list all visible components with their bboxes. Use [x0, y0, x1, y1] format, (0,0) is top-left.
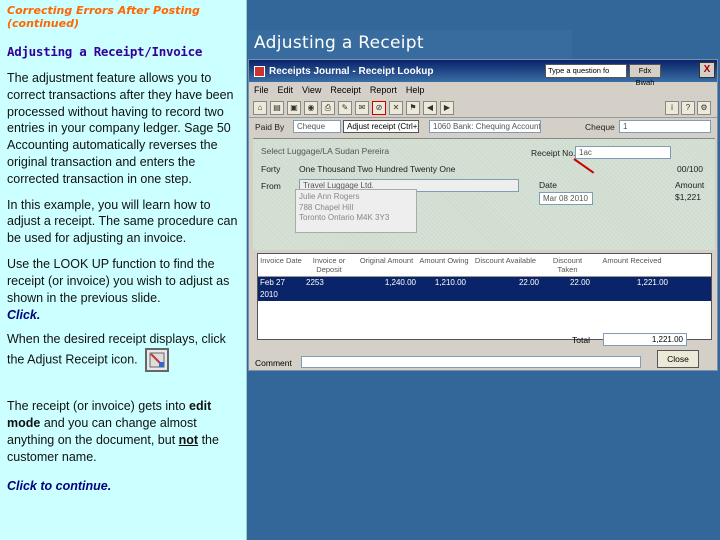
amount-label: Amount [675, 180, 705, 190]
previous-icon[interactable]: ◀ [423, 100, 437, 115]
track-icon[interactable]: ⚑ [406, 100, 420, 115]
table-row[interactable]: Feb 27 2010 2253 1,240.00 1,210.00 22.00… [258, 277, 711, 301]
table-header: Invoice Date Invoice or Deposit Original… [258, 254, 711, 277]
adjust-receipt-tooltip: Adjust receipt (Ctrl+A) [343, 120, 419, 133]
from-label: From [261, 181, 281, 191]
col-invoice-date: Invoice Date [260, 256, 302, 265]
amount-words-label: Forty [261, 164, 281, 174]
save-icon[interactable]: ▣ [287, 100, 301, 115]
right-title: Adjusting a Receipt [254, 33, 424, 53]
paragraph-adjust-icon-text: When the desired receipt displays, click… [7, 332, 226, 367]
cell-invoice-number: 2253 [306, 278, 324, 287]
close-button[interactable]: Close [657, 350, 699, 368]
cell-discount-available: 22.00 [518, 278, 539, 287]
customer-header: Select Luggage/LA Sudan Pereira [261, 146, 390, 156]
receipt-no-field[interactable]: 1ac [575, 146, 671, 159]
menu-view[interactable]: View [302, 85, 321, 95]
paragraph-lookup: Use the LOOK UP function to find the rec… [7, 256, 230, 305]
find-button[interactable]: Fdx Bwah [629, 64, 661, 87]
window-titlebar: Receipts Journal - Receipt Lookup Type a… [249, 60, 717, 87]
amount-in-words: One Thousand Two Hundred Twenty One [299, 164, 456, 174]
print-icon[interactable]: ⎙ [321, 100, 335, 115]
receipt-no-label: Receipt No. [531, 148, 576, 158]
click-prompt[interactable]: Click. [7, 308, 239, 322]
col-discount-taken: Discount Taken [552, 256, 583, 274]
click-to-continue[interactable]: Click to continue. [7, 479, 239, 493]
open-icon[interactable]: ▤ [270, 100, 284, 115]
invoice-table: Invoice Date Invoice or Deposit Original… [257, 253, 712, 340]
next-icon[interactable]: ▶ [440, 100, 454, 115]
home-icon[interactable]: ⌂ [253, 100, 267, 115]
account-select[interactable]: 1060 Bank: Chequing Account [429, 120, 541, 133]
instruction-panel: Correcting Errors After Posting (continu… [0, 0, 247, 540]
slide-header: Correcting Errors After Posting (continu… [7, 4, 200, 30]
edit-mode-not: not [178, 432, 199, 447]
info-icon[interactable]: i [665, 101, 679, 115]
paragraph-adjustment-feature: The adjustment feature allows you to cor… [7, 71, 234, 186]
address-line: Toronto Ontario M4K 3Y3 [299, 213, 390, 222]
menu-help[interactable]: Help [406, 85, 425, 95]
cell-amount-owing: 1,210.00 [434, 278, 466, 287]
paragraph-adjust-icon: When the desired receipt displays, click… [7, 331, 239, 373]
adjust-receipt-toolbar-icon[interactable]: ⊘ [372, 100, 386, 115]
help-search-input[interactable]: Type a question fo [545, 64, 627, 78]
toolbar-right: i ? ⚙ [665, 101, 711, 115]
lookup-icon[interactable]: ◉ [304, 100, 318, 115]
comment-label: Comment [255, 358, 292, 368]
adjust-receipt-icon [145, 348, 170, 373]
section-subtitle: Adjusting a Receipt/Invoice [7, 44, 203, 59]
settings-icon[interactable]: ⚙ [697, 101, 711, 115]
mail-icon[interactable]: ✉ [355, 100, 369, 115]
paid-by-label: Paid By [255, 122, 285, 132]
address-line: 788 Chapel Hill [299, 202, 354, 212]
paragraph-edit-mode: The receipt (or invoice) gets into edit … [7, 398, 239, 465]
total-field: 1,221.00 [603, 333, 687, 346]
paragraph-example: In this example, you will learn how to a… [7, 197, 238, 246]
amount-value: $1,221 [675, 192, 701, 202]
amount-cents: 00/100 [677, 164, 703, 174]
cell-amount-received: 1,221.00 [636, 278, 668, 287]
menu-file[interactable]: File [254, 85, 269, 95]
close-window-icon[interactable]: X [699, 62, 715, 78]
cell-discount-taken: 22.00 [569, 278, 590, 287]
cancel-icon[interactable]: ✕ [389, 100, 403, 115]
paid-by-select[interactable]: Cheque [293, 120, 341, 133]
cheque-field[interactable]: 1 [619, 120, 711, 133]
window-title: Receipts Journal - Receipt Lookup [269, 65, 434, 77]
edit-mode-text-a: The receipt (or invoice) gets into [7, 399, 190, 414]
receipts-journal-window: Receipts Journal - Receipt Lookup Type a… [248, 59, 718, 371]
col-invoice-deposit: Invoice or Deposit [312, 256, 346, 274]
help-icon[interactable]: ? [681, 101, 695, 115]
date-field[interactable]: Mar 08 2010 [539, 192, 593, 205]
col-original-amount: Original Amount [359, 256, 414, 265]
total-label: Total [572, 335, 590, 345]
window-controls: X [699, 62, 715, 78]
toolbar: ⌂ ▤ ▣ ◉ ⎙ ✎ ✉ ⊘ ✕ ⚑ ◀ ▶ i ? ⚙ [249, 98, 717, 118]
app-icon [254, 65, 265, 77]
menu-receipt[interactable]: Receipt [330, 85, 361, 95]
tools-icon[interactable]: ✎ [338, 100, 352, 115]
col-amount-owing: Amount Owing [419, 256, 469, 265]
cheque-label: Cheque [585, 122, 615, 132]
comment-field[interactable] [301, 356, 641, 368]
date-label: Date [539, 180, 557, 190]
menu-report[interactable]: Report [370, 85, 397, 95]
menu-edit[interactable]: Edit [278, 85, 294, 95]
col-discount-available: Discount Available [474, 256, 537, 265]
customer-address: Julie Ann Rogers 788 Chapel Hill Toronto… [295, 189, 417, 233]
address-line: Julie Ann Rogers [299, 192, 360, 201]
cell-invoice-date: Feb 27 2010 [260, 278, 285, 299]
cell-original-amount: 1,240.00 [384, 278, 416, 287]
col-amount-received: Amount Received [602, 256, 662, 265]
